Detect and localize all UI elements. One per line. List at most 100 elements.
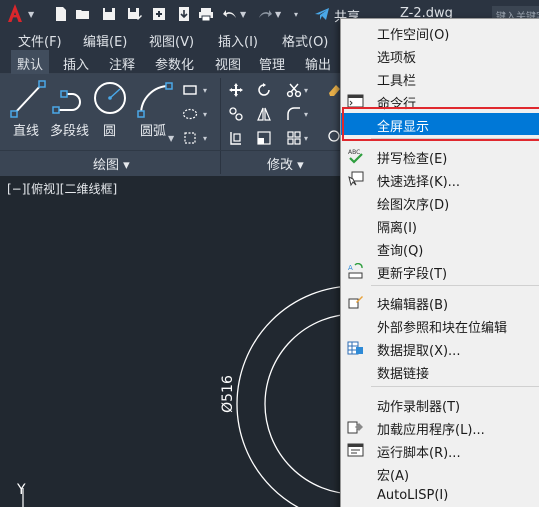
menu-separator: [371, 285, 539, 286]
tab-default[interactable]: 默认: [11, 50, 50, 74]
open-folder-icon[interactable]: [75, 6, 91, 22]
menu-item-autolisp[interactable]: AutoLISP(I): [341, 485, 539, 507]
arc-caret-icon[interactable]: ▼: [168, 134, 174, 143]
move-tool-icon[interactable]: [228, 82, 244, 98]
menu-separator: [371, 386, 539, 387]
menu-item-label: 工具栏: [377, 74, 417, 89]
hatch-caret-icon[interactable]: ▾: [203, 110, 207, 119]
menu-item-inquiry[interactable]: 查询(Q): [341, 237, 539, 259]
share-icon[interactable]: [314, 6, 330, 22]
menu-item-action-recorder[interactable]: 动作录制器(T): [341, 393, 539, 415]
menu-item-load-application[interactable]: 加载应用程序(L)...: [341, 416, 539, 438]
menu-item-toolbars[interactable]: 工具栏: [341, 67, 539, 89]
menu-item-label: 块编辑器(B): [377, 298, 449, 313]
ucs-y-axis-label: Y: [16, 482, 26, 498]
stretch-tool-icon[interactable]: [228, 130, 244, 146]
polyline-tool-label[interactable]: 多段线: [50, 120, 89, 139]
menu-item-run-script[interactable]: 运行脚本(R)...: [341, 439, 539, 461]
hatch-tool-icon[interactable]: [182, 106, 198, 122]
circle-tool-label[interactable]: 圆: [103, 120, 116, 139]
circle-tool-icon[interactable]: [92, 79, 128, 117]
array-caret-icon[interactable]: ▾: [304, 134, 308, 143]
quick-select-icon: [348, 171, 364, 187]
boundary-caret-icon[interactable]: ▾: [203, 134, 207, 143]
redo-caret-icon[interactable]: ▼: [275, 10, 281, 19]
line-tool-icon[interactable]: [10, 80, 46, 118]
data-extract-icon: [347, 341, 363, 355]
menu-item-label: 隔离(I): [377, 221, 417, 236]
menu-item-label: 更新字段(T): [377, 267, 448, 282]
arc-tool-icon[interactable]: [136, 80, 174, 118]
tab-output[interactable]: 输出: [299, 50, 337, 74]
autocad-logo-icon[interactable]: [6, 2, 24, 24]
mirror-tool-icon[interactable]: [256, 106, 272, 122]
rotate-tool-icon[interactable]: [256, 82, 272, 98]
tab-manage[interactable]: 管理: [253, 50, 291, 74]
menu-item-update-fields[interactable]: A 更新字段(T): [341, 260, 539, 282]
menu-item-label: 快速选择(K)...: [377, 175, 461, 190]
plot-icon[interactable]: [198, 6, 214, 22]
menu-item-label: 加载应用程序(L)...: [377, 423, 485, 438]
panel-separator: [220, 78, 221, 174]
svg-text:A: A: [348, 264, 353, 272]
menu-item-data-link[interactable]: 数据链接: [341, 360, 539, 382]
tab-insert[interactable]: 插入: [57, 50, 95, 74]
menu-item-macros[interactable]: 宏(A): [341, 462, 539, 484]
menu-item-xref-inplace-edit[interactable]: 外部参照和块在位编辑: [341, 314, 539, 336]
boundary-tool-icon[interactable]: [182, 130, 198, 146]
trim-tool-icon[interactable]: [286, 82, 302, 98]
redo-icon[interactable]: [257, 6, 273, 22]
update-field-icon: A: [348, 263, 363, 279]
menu-item-spell-check[interactable]: ABC 拼写检查(E): [341, 145, 539, 167]
menu-item-block-editor[interactable]: 块编辑器(B): [341, 291, 539, 313]
menu-item-label: 数据链接: [377, 367, 430, 382]
menu-view[interactable]: 视图(V): [149, 31, 194, 50]
arc-tool-label[interactable]: 圆弧: [140, 120, 166, 139]
open-web-icon[interactable]: [151, 6, 167, 22]
copy-tool-icon[interactable]: [228, 106, 244, 122]
trim-caret-icon[interactable]: ▾: [304, 86, 308, 95]
block-editor-icon: [348, 296, 363, 309]
menu-item-label: 选项板: [377, 51, 417, 66]
diameter-dimension: Ø516: [220, 375, 236, 413]
line-tool-label[interactable]: 直线: [13, 120, 39, 139]
menu-item-label: AutoLISP(I): [377, 488, 449, 503]
menu-item-label: 查询(Q): [377, 244, 424, 259]
menu-insert[interactable]: 插入(I): [218, 31, 258, 50]
run-script-icon: [347, 443, 364, 457]
menu-item-quick-select[interactable]: 快速选择(K)...: [341, 168, 539, 190]
menu-item-label: 宏(A): [377, 469, 410, 484]
tab-parametric[interactable]: 参数化: [149, 50, 200, 74]
tab-annotate[interactable]: 注释: [103, 50, 141, 74]
draw-panel-title[interactable]: 绘图 ▾: [93, 154, 130, 173]
menu-file[interactable]: 文件(F): [18, 31, 62, 50]
rectangle-caret-icon[interactable]: ▾: [203, 86, 207, 95]
undo-icon[interactable]: [222, 6, 238, 22]
undo-caret-icon[interactable]: ▼: [240, 10, 246, 19]
array-tool-icon[interactable]: [286, 130, 302, 146]
fillet-tool-icon[interactable]: [286, 106, 302, 122]
fillet-caret-icon[interactable]: ▾: [304, 110, 308, 119]
save-as-icon[interactable]: [126, 6, 142, 22]
modify-panel-title[interactable]: 修改 ▾: [267, 154, 304, 173]
save-icon[interactable]: [101, 6, 117, 22]
menu-edit[interactable]: 编辑(E): [83, 31, 127, 50]
menu-item-data-extraction[interactable]: 数据提取(X)...: [341, 337, 539, 359]
polyline-tool-icon[interactable]: [52, 80, 88, 118]
menu-item-palettes[interactable]: 选项板: [341, 44, 539, 66]
menu-item-draw-order[interactable]: 绘图次序(D): [341, 191, 539, 213]
menu-item-label: 动作录制器(T): [377, 400, 461, 415]
scale-tool-icon[interactable]: [256, 130, 272, 146]
menu-item-workspaces[interactable]: 工作空间(O): [341, 21, 539, 43]
save-web-icon[interactable]: [176, 6, 192, 22]
context-menu: 工作空间(O) 选项板 工具栏 命令行 全屏显示 ABC 拼写检查(E) 快速选…: [340, 18, 539, 507]
rectangle-tool-icon[interactable]: [182, 82, 198, 98]
new-file-icon[interactable]: [53, 6, 69, 22]
tab-view[interactable]: 视图: [209, 50, 247, 74]
menu-item-isolate[interactable]: 隔离(I): [341, 214, 539, 236]
menu-format[interactable]: 格式(O): [282, 31, 328, 50]
app-menu-caret-icon[interactable]: ▼: [28, 10, 34, 19]
customize-caret-icon[interactable]: ▾: [294, 10, 298, 19]
menu-item-label: 运行脚本(R)...: [377, 446, 461, 461]
menu-item-label: 绘图次序(D): [377, 198, 450, 213]
